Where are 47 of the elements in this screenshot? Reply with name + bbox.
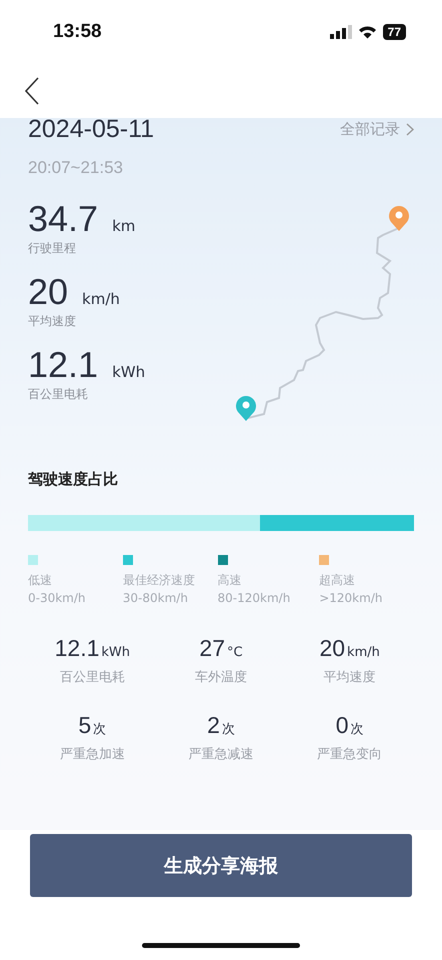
stat-label: 行驶里程 xyxy=(28,240,77,257)
stat-label: 百公里电耗 xyxy=(28,386,89,403)
battery-indicator: 77 xyxy=(382,24,406,40)
summary-unit: 次 xyxy=(350,721,364,738)
summary-label: 百公里电耗 xyxy=(60,669,125,686)
legend-label: 超高速 xyxy=(319,572,356,589)
trip-date: 2024-05-11 xyxy=(28,114,154,144)
summary-label: 平均速度 xyxy=(324,669,376,686)
stat-value: 34.7 xyxy=(28,198,98,240)
stat-unit: km xyxy=(112,217,136,235)
stat-value: 20 xyxy=(28,271,68,313)
summary-unit: km/h xyxy=(347,645,380,660)
legend-range: 30-80km/h xyxy=(122,591,189,605)
legend-label: 最佳经济速度 xyxy=(122,572,196,589)
legend-range: 80-120km/h xyxy=(218,591,292,605)
share-poster-button[interactable]: 生成分享海报 xyxy=(30,834,412,897)
summary-unit: kWh xyxy=(101,645,130,660)
summary-value: 2 xyxy=(207,712,220,739)
summary-value: 12.1 xyxy=(54,635,100,662)
summary-value: 0 xyxy=(336,712,349,739)
summary-value: 20 xyxy=(319,635,346,662)
summary-label: 车外温度 xyxy=(194,669,247,686)
summary-unit: 次 xyxy=(222,721,235,738)
legend-range: >120km/h xyxy=(319,591,384,605)
summary-unit: 次 xyxy=(93,721,106,738)
wifi-icon xyxy=(358,25,377,39)
start-pin-icon xyxy=(236,396,256,421)
trip-time-range: 20:07~21:53 xyxy=(28,158,124,178)
stat-unit: km/h xyxy=(82,290,120,308)
summary-label: 严重急变向 xyxy=(317,746,382,763)
signal-icon xyxy=(330,25,352,39)
summary-label: 严重急加速 xyxy=(60,746,125,763)
summary-value: 5 xyxy=(78,712,92,739)
summary-unit: °C xyxy=(227,645,243,660)
stat-value: 12.1 xyxy=(28,344,98,386)
legend-label: 高速 xyxy=(218,572,243,589)
legend-label: 低速 xyxy=(28,572,53,589)
summary-label: 严重急减速 xyxy=(188,746,254,763)
back-icon[interactable] xyxy=(25,77,39,105)
stat-unit: kWh xyxy=(112,363,146,381)
chevron-icon xyxy=(406,122,414,136)
section-title: 驾驶速度占比 xyxy=(28,470,119,489)
stat-label: 平均速度 xyxy=(28,313,77,330)
summary-value: 27 xyxy=(199,635,225,662)
status-time: 13:58 xyxy=(53,21,102,43)
end-pin-icon xyxy=(389,206,409,231)
legend-range: 0-30km/h xyxy=(28,591,87,605)
